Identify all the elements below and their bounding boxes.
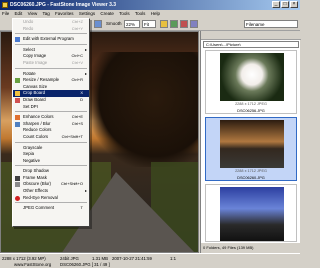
menu-tools-2[interactable]: Tools [133, 10, 148, 17]
resize-icon [15, 78, 20, 84]
thumbnail-image [220, 120, 284, 168]
menu-item-frame-mask[interactable]: Frame Mask [13, 175, 89, 182]
slideshow-icon[interactable] [190, 20, 198, 28]
sort-select[interactable]: Filename [244, 20, 298, 28]
delete-icon[interactable] [180, 20, 188, 28]
frame-mask-icon [15, 175, 20, 181]
title-bar: DSC06260.JPG - FastStone Image Viewer 3.… [0, 0, 300, 10]
thumbnail[interactable]: 2288 x 1712 JPEG DSC06256.JPG [205, 50, 297, 114]
zoom-select[interactable]: 22% [124, 20, 140, 28]
status-bar: 2288 x 1712 (3.92 MP) 24bit JPG 1.31 MB … [0, 253, 300, 268]
menu-item-enhance-colors[interactable]: Enhance Colors Ctrl+E [13, 114, 89, 121]
menu-item-negative[interactable]: Negative [13, 158, 89, 165]
menu-item-canvas-size[interactable]: Canvas Size [13, 84, 89, 91]
menu-item-obscure[interactable]: Obscure (Blur) Ctrl+Shift+O [13, 181, 89, 188]
menu-edit[interactable]: Edit [13, 10, 25, 17]
smooth-label: Smooth [106, 21, 122, 26]
menu-item-rotate[interactable]: Rotate ▸ [13, 71, 89, 78]
status-dimensions: 2288 x 1712 (3.92 MP) [2, 256, 46, 261]
menu-item-red-eye[interactable]: Red-Eye Removal [13, 195, 89, 202]
menu-item-redo[interactable]: Redo Ctrl+Y [13, 26, 89, 33]
enhance-colors-icon [15, 115, 20, 121]
menu-item-edit-external[interactable]: Edit with External Program [13, 36, 89, 43]
red-eye-icon [15, 195, 20, 201]
edit-menu: Undo Ctrl+Z Redo Ctrl+Y Edit with External… [12, 18, 90, 227]
menu-item-paste-image[interactable]: Paste Image Ctrl+V [13, 60, 89, 67]
window-title: DSC06260.JPG - FastStone Image Viewer 3.… [10, 2, 117, 8]
submenu-arrow-icon: ▸ [84, 70, 87, 76]
thumbnail-selected[interactable]: 2288 x 1712 JPEG DSC06260.JPG [205, 117, 297, 181]
thumbnail-image [220, 187, 284, 241]
menu-settings[interactable]: Settings [77, 10, 97, 17]
refresh-icon[interactable] [170, 20, 178, 28]
menu-view[interactable]: View [26, 10, 40, 17]
status-filesize: 1.31 MB [92, 256, 109, 261]
menu-item-select[interactable]: Select ▸ [13, 47, 89, 54]
menu-item-set-dpi[interactable]: Set DPI [13, 104, 89, 111]
close-button[interactable]: × [290, 1, 298, 8]
menu-item-crop-board[interactable]: Crop Board X [13, 90, 89, 97]
thumbnail-image [220, 53, 284, 101]
crop-icon [15, 91, 20, 97]
menu-item-jpeg-comment[interactable]: JPEG Comment T [13, 205, 89, 212]
menu-tools[interactable]: Tools [117, 10, 132, 17]
external-program-icon [15, 37, 20, 43]
minimize-button[interactable]: _ [272, 1, 280, 8]
submenu-arrow-icon: ▸ [84, 46, 87, 52]
menu-item-draw-board[interactable]: Draw Board D [13, 97, 89, 104]
browser-toolbar [201, 31, 301, 40]
menu-item-sharpen-blur[interactable]: Sharpen / Blur Ctrl+S [13, 121, 89, 128]
folder-icon[interactable] [160, 20, 168, 28]
fit-select[interactable]: Fit [142, 20, 156, 28]
submenu-arrow-icon: ▸ [84, 188, 87, 194]
obscure-icon [15, 182, 20, 188]
maximize-button[interactable]: □ [281, 1, 289, 8]
zoom-icon[interactable] [94, 20, 102, 28]
menu-bar: File Edit View Tag Favorites Settings Cr… [0, 10, 300, 18]
sharpen-icon [15, 121, 20, 127]
menu-item-grayscale[interactable]: Grayscale [13, 145, 89, 152]
photo-trees [89, 52, 198, 167]
menu-tag[interactable]: Tag [41, 10, 52, 17]
thumbnail[interactable] [205, 184, 297, 242]
status-filename: DSC06260.JPG [ 31 / 49 ] [60, 262, 110, 267]
menu-item-other-effects[interactable]: Other Effects ▸ [13, 188, 89, 195]
menu-item-sepia[interactable]: Sepia [13, 151, 89, 158]
menu-file[interactable]: File [0, 10, 11, 17]
browser-footer: 0 Folders, 49 Files (139 MB) [201, 243, 301, 253]
menu-item-reduce-colors[interactable]: Reduce Colors [13, 127, 89, 134]
menu-create[interactable]: Create [98, 10, 116, 17]
menu-item-drop-shadow[interactable]: Drop Shadow [13, 168, 89, 175]
status-date: 2007-10-27 21:41:59 [112, 256, 152, 261]
app-icon [2, 2, 8, 8]
status-bitdepth: 24bit JPG [60, 256, 79, 261]
menu-help[interactable]: Help [149, 10, 162, 17]
thumbnail-browser: C:\Users\...\Picture\ 2288 x 1712 JPEG D… [200, 31, 301, 253]
menu-item-copy-image[interactable]: Copy Image Ctrl+C [13, 53, 89, 60]
menu-item-undo[interactable]: Undo Ctrl+Z [13, 19, 89, 26]
status-zoom: 1:1 [170, 256, 176, 261]
status-website[interactable]: www.FastStone.org [14, 262, 51, 267]
menu-item-count-colors[interactable]: Count Colors Ctrl+Shift+T [13, 134, 89, 141]
folder-path[interactable]: C:\Users\...\Picture\ [203, 41, 299, 48]
menu-item-resize[interactable]: Resize / Resample Ctrl+R [13, 77, 89, 84]
menu-favorites[interactable]: Favorites [53, 10, 76, 17]
draw-icon [15, 97, 20, 103]
